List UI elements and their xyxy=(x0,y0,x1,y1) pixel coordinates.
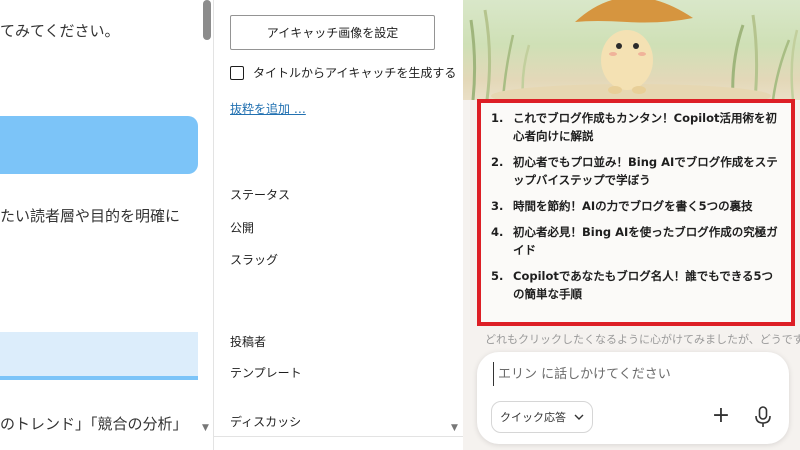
set-featured-image-button[interactable]: アイキャッチ画像を設定 xyxy=(230,15,435,50)
visibility-label: 公開 xyxy=(230,221,255,235)
list-item-number: 2. xyxy=(491,155,504,169)
list-item: 5. Copilotであなたもブログ名人！誰でもできる5つの簡単な手順 xyxy=(491,267,783,303)
list-item-number: 5. xyxy=(491,269,504,283)
list-item-number: 4. xyxy=(491,225,504,239)
editor-highlight-block[interactable] xyxy=(0,332,198,380)
list-item-text: 時間を節約！AIの力でブログを書く5つの裏技 xyxy=(513,199,753,213)
editor-paragraph[interactable]: てみてください。 xyxy=(0,20,120,41)
status-label: ステータス xyxy=(230,188,291,202)
post-editor-canvas[interactable]: てみてください。 たい読者層や目的を明確に のトレンド」「競合の分析」 ▼ xyxy=(0,0,213,450)
post-settings-sidebar: アイキャッチ画像を設定 タイトルからアイキャッチを生成する 抜粋を追加 … ステ… xyxy=(213,0,463,450)
slug-label: スラッグ xyxy=(230,253,279,267)
list-item: 4. 初心者必見！Bing AIを使ったブログ作成の究極ガイド xyxy=(491,223,783,259)
chevron-down-icon xyxy=(574,414,584,420)
microphone-icon[interactable] xyxy=(750,404,776,430)
chat-composer: クイック応答 + xyxy=(477,352,789,444)
generate-from-title-checkbox[interactable] xyxy=(230,65,244,80)
scroll-down-arrow-icon[interactable]: ▼ xyxy=(451,423,458,433)
list-item: 3. 時間を節約！AIの力でブログを書く5つの裏技 xyxy=(491,197,783,215)
list-item-text: Copilotであなたもブログ名人！誰でもできる5つの簡単な手順 xyxy=(513,269,774,301)
list-item-text: 初心者でもプロ並み！Bing AIでブログ作成をステップバイステップで学ぼう xyxy=(513,155,778,187)
response-trailing-text: どれもクリックしたくなるように心がけてみましたが、どうです xyxy=(485,333,800,346)
sidebar-footer-divider xyxy=(214,436,463,450)
add-attachment-plus-icon[interactable]: + xyxy=(708,404,734,430)
list-item-number: 3. xyxy=(491,199,504,213)
title-suggestion-list: 1. これでブログ作成もカンタン！Copilot活用術を初心者向けに解説 2. … xyxy=(491,109,783,311)
editor-paragraph[interactable]: たい読者層や目的を明確に xyxy=(0,205,180,226)
chat-input[interactable] xyxy=(493,362,773,386)
list-item: 2. 初心者でもプロ並み！Bing AIでブログ作成をステップバイステップで学ぼ… xyxy=(491,153,783,189)
editor-paragraph[interactable]: のトレンド」「競合の分析」 xyxy=(0,413,188,434)
list-item-text: 初心者必見！Bing AIを使ったブログ作成の究極ガイド xyxy=(513,225,778,257)
author-label: 投稿者 xyxy=(230,335,267,349)
list-item-text: これでブログ作成もカンタン！Copilot活用術を初心者向けに解説 xyxy=(513,111,778,143)
highlighted-answer-box: 1. これでブログ作成もカンタン！Copilot活用術を初心者向けに解説 2. … xyxy=(477,99,795,326)
add-excerpt-link[interactable]: 抜粋を追加 … xyxy=(230,100,306,117)
generate-from-title-label: タイトルからアイキャッチを生成する xyxy=(253,66,457,80)
response-mode-dropdown[interactable]: クイック応答 xyxy=(491,401,593,433)
list-item-number: 1. xyxy=(491,111,504,125)
response-mode-label: クイック応答 xyxy=(500,411,566,424)
scroll-down-arrow-icon[interactable]: ▼ xyxy=(202,423,209,433)
copilot-chat-panel: 1. これでブログ作成もカンタン！Copilot活用術を初心者向けに解説 2. … xyxy=(463,0,800,450)
generate-featured-image-option[interactable]: タイトルからアイキャッチを生成する xyxy=(230,64,456,81)
list-item: 1. これでブログ作成もカンタン！Copilot活用術を初心者向けに解説 xyxy=(491,109,783,145)
editor-scrollbar-thumb[interactable] xyxy=(203,0,211,40)
template-label: テンプレート xyxy=(230,366,302,380)
mushroom-mascot-icon xyxy=(469,0,799,100)
mascot-illustration xyxy=(463,0,800,100)
editor-button-block[interactable] xyxy=(0,116,198,174)
